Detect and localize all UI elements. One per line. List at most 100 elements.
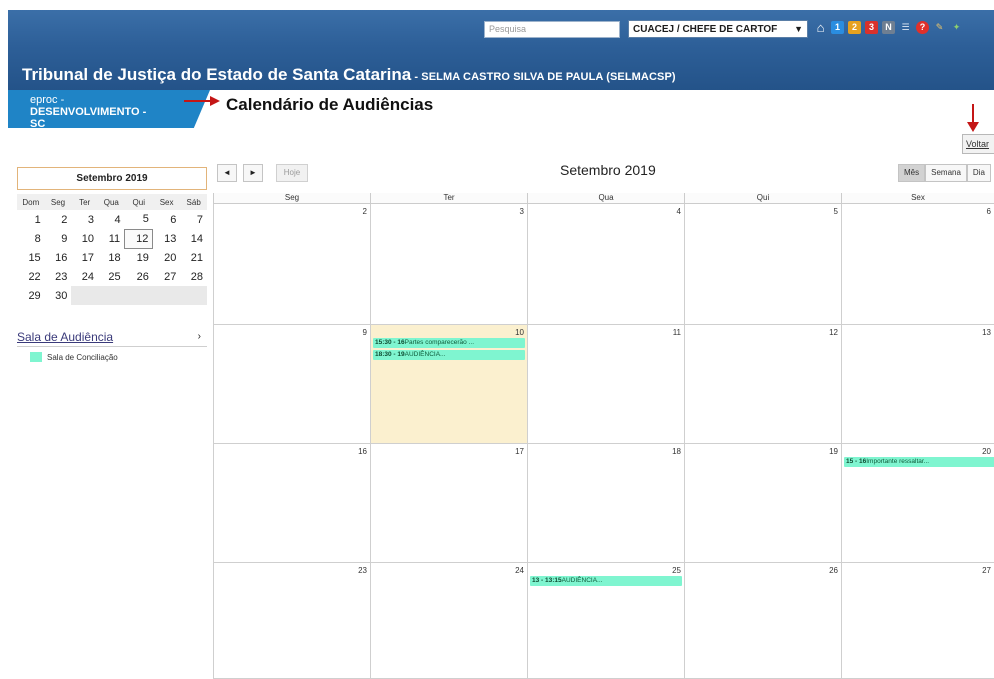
- mini-day[interactable]: 27: [153, 267, 180, 286]
- court-name: Tribunal de Justiça do Estado de Santa C…: [22, 65, 412, 84]
- day-number: 6: [986, 207, 991, 216]
- day-cell[interactable]: 4: [527, 204, 684, 325]
- env-line-2: DESENVOLVIMENTO -: [30, 106, 147, 118]
- mini-weekday: Ter: [71, 194, 98, 210]
- day-cell[interactable]: 2: [213, 204, 370, 325]
- mini-day[interactable]: 13: [153, 229, 180, 248]
- hearing-event[interactable]: 18:30 - 19AUDIÊNCIA...: [373, 350, 525, 360]
- day-cell[interactable]: 3: [370, 204, 527, 325]
- annotation-arrow-right-icon: [184, 96, 220, 106]
- mini-day[interactable]: 11: [98, 229, 125, 248]
- n-icon[interactable]: N: [882, 21, 895, 34]
- day-cell[interactable]: 24: [370, 563, 527, 679]
- day-cell[interactable]: 26: [684, 563, 841, 679]
- back-button[interactable]: Voltar: [962, 134, 994, 154]
- day-cell[interactable]: 18: [527, 444, 684, 563]
- app-header: Pesquisa CUACEJ / CHEFE DE CARTOF ▼ ⌂ 1 …: [8, 10, 994, 90]
- mini-day[interactable]: 21: [180, 248, 207, 267]
- mini-day[interactable]: 1: [17, 210, 45, 229]
- day-number: 2: [362, 207, 367, 216]
- view-week-button[interactable]: Semana: [925, 164, 967, 182]
- environment-tab[interactable]: eproc - DESENVOLVIMENTO - SC: [8, 90, 210, 128]
- mini-day[interactable]: 4: [98, 210, 125, 229]
- mini-day[interactable]: 8: [17, 229, 45, 248]
- role-select[interactable]: CUACEJ / CHEFE DE CARTOF ▼: [628, 20, 808, 38]
- day-cell[interactable]: 9: [213, 325, 370, 444]
- badge-3-icon[interactable]: 3: [865, 21, 878, 34]
- day-number: 16: [358, 447, 367, 456]
- page-title: Calendário de Audiências: [226, 95, 434, 114]
- day-cell[interactable]: 17: [370, 444, 527, 563]
- mini-day[interactable]: 15: [17, 248, 45, 267]
- mini-day-today[interactable]: 12: [124, 228, 154, 249]
- day-cell[interactable]: 27: [841, 563, 994, 679]
- search-input[interactable]: Pesquisa: [484, 21, 620, 38]
- badge-1-icon[interactable]: 1: [831, 21, 844, 34]
- color-swatch: [30, 352, 42, 362]
- day-cell[interactable]: 23: [213, 563, 370, 679]
- home-icon[interactable]: ⌂: [814, 21, 827, 34]
- mini-calendar: Setembro 2019 Dom Seg Ter Qua Qui Sex Sá…: [17, 167, 207, 305]
- mini-day[interactable]: 23: [45, 267, 72, 286]
- mini-day[interactable]: 16: [45, 248, 72, 267]
- mini-day[interactable]: 25: [98, 267, 125, 286]
- day-cell[interactable]: 13: [841, 325, 994, 444]
- wrench-icon[interactable]: ✎: [933, 21, 946, 34]
- view-switcher: Mês Semana Dia: [898, 164, 991, 182]
- day-cell-selected[interactable]: 10 15:30 - 16Partes comparecerão ... 18:…: [370, 325, 527, 444]
- mini-day[interactable]: 30: [45, 286, 72, 305]
- mini-day[interactable]: 10: [71, 229, 98, 248]
- sala-filter-title[interactable]: Sala de Audiência: [17, 330, 113, 344]
- mini-day[interactable]: 20: [153, 248, 180, 267]
- weekday-header: Ter: [370, 193, 527, 204]
- weekday-header: Qui: [684, 193, 841, 204]
- hearing-event[interactable]: 15:30 - 16Partes comparecerão ...: [373, 338, 525, 348]
- list-icon[interactable]: ☰: [899, 21, 912, 34]
- view-day-button[interactable]: Dia: [966, 164, 991, 182]
- mini-day[interactable]: 9: [45, 229, 72, 248]
- day-cell[interactable]: 20 15 - 16Importante ressaltar...: [841, 444, 994, 563]
- prev-month-button[interactable]: ◄: [217, 164, 237, 182]
- sala-filter-header[interactable]: Sala de Audiência ›: [17, 327, 207, 347]
- hearing-event[interactable]: 13 - 13:15AUDIÊNCIA...: [530, 576, 682, 586]
- help-icon[interactable]: ?: [916, 21, 929, 34]
- day-cell[interactable]: 11: [527, 325, 684, 444]
- event-title: AUDIÊNCIA...: [561, 577, 603, 584]
- view-month-button[interactable]: Mês: [898, 164, 926, 182]
- mini-day[interactable]: 14: [180, 229, 207, 248]
- mini-weekday: Qui: [124, 194, 153, 210]
- day-cell[interactable]: 6: [841, 204, 994, 325]
- mini-day[interactable]: 28: [180, 267, 207, 286]
- mini-calendar-title: Setembro 2019: [17, 167, 207, 190]
- hearing-event[interactable]: 15 - 16Importante ressaltar...: [844, 457, 994, 467]
- event-time: 15:30 - 16: [375, 339, 405, 346]
- mini-day[interactable]: 22: [17, 267, 45, 286]
- mini-day[interactable]: 29: [17, 286, 45, 305]
- tool-icon[interactable]: ✦: [950, 21, 963, 34]
- mini-day[interactable]: 6: [153, 210, 180, 229]
- day-number: 5: [833, 207, 838, 216]
- mini-day[interactable]: 17: [71, 248, 98, 267]
- mini-weekday: Sex: [152, 194, 181, 210]
- mini-day[interactable]: 7: [180, 210, 207, 229]
- chevron-right-icon[interactable]: ›: [198, 331, 207, 342]
- mini-day[interactable]: 24: [71, 267, 98, 286]
- day-cell[interactable]: 25 13 - 13:15AUDIÊNCIA...: [527, 563, 684, 679]
- day-cell[interactable]: 16: [213, 444, 370, 563]
- mini-day[interactable]: 26: [125, 267, 153, 286]
- sala-legend-item[interactable]: Sala de Conciliação: [30, 352, 118, 362]
- mini-day[interactable]: 3: [71, 210, 98, 229]
- mini-day[interactable]: 18: [98, 248, 125, 267]
- badge-2-icon[interactable]: 2: [848, 21, 861, 34]
- day-number: 12: [829, 328, 838, 337]
- day-number: 19: [829, 447, 838, 456]
- day-cell[interactable]: 5: [684, 204, 841, 325]
- mini-day[interactable]: 2: [45, 210, 72, 229]
- day-cell[interactable]: 19: [684, 444, 841, 563]
- calendar-toolbar: ◄ ► Hoje Setembro 2019 Mês Semana Dia: [213, 162, 994, 186]
- day-cell[interactable]: 12: [684, 325, 841, 444]
- next-month-button[interactable]: ►: [243, 164, 263, 182]
- today-button[interactable]: Hoje: [276, 164, 308, 182]
- mini-day[interactable]: 5: [125, 210, 153, 229]
- mini-day[interactable]: 19: [125, 248, 153, 267]
